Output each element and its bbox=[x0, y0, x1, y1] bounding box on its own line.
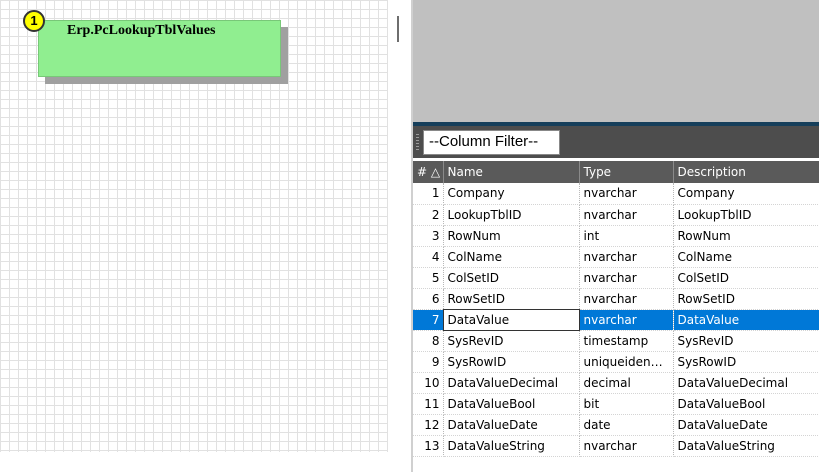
column-type-cell[interactable]: nvarchar bbox=[579, 309, 674, 331]
grid-header-row: # △ Name Type Description bbox=[413, 161, 819, 183]
filter-toolbar: --Column Filter-- bbox=[413, 126, 819, 158]
row-number-cell[interactable]: 3 bbox=[413, 225, 444, 247]
table-row[interactable]: 13 DataValueString nvarchar DataValueString bbox=[413, 435, 819, 457]
row-number-cell[interactable]: 6 bbox=[413, 288, 444, 310]
row-number-cell[interactable]: 5 bbox=[413, 267, 444, 289]
column-type-cell[interactable]: nvarchar bbox=[579, 288, 674, 310]
splitter-grip[interactable] bbox=[397, 16, 399, 42]
column-filter-input[interactable]: --Column Filter-- bbox=[423, 130, 560, 155]
column-description-cell[interactable]: LookupTblID bbox=[673, 204, 819, 226]
row-number-cell[interactable]: 12 bbox=[413, 414, 444, 436]
column-header-name[interactable]: Name bbox=[443, 161, 580, 183]
column-description-cell[interactable]: ColName bbox=[673, 246, 819, 268]
column-description-cell[interactable]: ColSetID bbox=[673, 267, 819, 289]
column-description-cell[interactable]: DataValueString bbox=[673, 435, 819, 457]
preview-panel bbox=[413, 0, 819, 122]
row-number-cell[interactable]: 9 bbox=[413, 351, 444, 373]
column-header-type[interactable]: Type bbox=[579, 161, 674, 183]
row-number-cell[interactable]: 10 bbox=[413, 372, 444, 394]
column-type-cell[interactable]: uniqueiden… bbox=[579, 351, 674, 373]
table-row[interactable]: 5 ColSetID nvarchar ColSetID bbox=[413, 267, 819, 289]
table-row[interactable]: 9 SysRowID uniqueiden… SysRowID bbox=[413, 351, 819, 373]
table-row[interactable]: 8 SysRevID timestamp SysRevID bbox=[413, 330, 819, 352]
table-row[interactable]: 7 DataValue nvarchar DataValue bbox=[413, 308, 819, 331]
table-number-badge: 1 bbox=[23, 10, 45, 32]
table-row[interactable]: 2 LookupTblID nvarchar LookupTblID bbox=[413, 204, 819, 226]
table-row[interactable]: 6 RowSetID nvarchar RowSetID bbox=[413, 288, 819, 310]
column-name-cell[interactable]: ColSetID bbox=[443, 267, 580, 289]
table-row[interactable]: 10 DataValueDecimal decimal DataValueDecima… bbox=[413, 372, 819, 394]
table-card[interactable]: Erp.PcLookupTblValues bbox=[38, 20, 281, 77]
column-type-cell[interactable]: int bbox=[579, 225, 674, 247]
diagram-canvas[interactable]: Erp.PcLookupTblValues 1 bbox=[0, 0, 399, 452]
column-name-cell[interactable]: ColName bbox=[443, 246, 580, 268]
column-type-cell[interactable]: nvarchar bbox=[579, 435, 674, 457]
column-name-cell[interactable]: Company bbox=[443, 183, 580, 205]
column-description-cell[interactable]: DataValueBool bbox=[673, 393, 819, 415]
column-name-cell[interactable]: DataValueString bbox=[443, 435, 580, 457]
row-number-cell[interactable]: 8 bbox=[413, 330, 444, 352]
column-type-cell[interactable]: decimal bbox=[579, 372, 674, 394]
column-type-cell[interactable]: nvarchar bbox=[579, 246, 674, 268]
table-row[interactable]: 11 DataValueBool bit DataValueBool bbox=[413, 393, 819, 415]
column-description-cell[interactable]: SysRowID bbox=[673, 351, 819, 373]
column-name-cell[interactable]: DataValueBool bbox=[443, 393, 580, 415]
columns-grid: # △ Name Type Description 1 Company nvarch… bbox=[413, 161, 819, 457]
column-description-cell[interactable]: RowNum bbox=[673, 225, 819, 247]
column-type-cell[interactable]: nvarchar bbox=[579, 183, 674, 205]
column-description-cell[interactable]: SysRevID bbox=[673, 330, 819, 352]
toolbar-grip-icon[interactable] bbox=[416, 134, 419, 151]
column-name-cell[interactable]: SysRevID bbox=[443, 330, 580, 352]
column-header-number[interactable]: # △ bbox=[413, 161, 444, 183]
row-number-cell[interactable]: 2 bbox=[413, 204, 444, 226]
table-row[interactable]: 12 DataValueDate date DataValueDate bbox=[413, 414, 819, 436]
column-name-cell[interactable]: RowSetID bbox=[443, 288, 580, 310]
column-description-cell[interactable]: Company bbox=[673, 183, 819, 205]
column-description-cell[interactable]: RowSetID bbox=[673, 288, 819, 310]
row-number-cell[interactable]: 7 bbox=[413, 309, 444, 331]
table-row[interactable]: 4 ColName nvarchar ColName bbox=[413, 246, 819, 268]
column-name-cell[interactable]: DataValue bbox=[442, 308, 580, 331]
row-number-cell[interactable]: 4 bbox=[413, 246, 444, 268]
table-card-title: Erp.PcLookupTblValues bbox=[67, 23, 216, 38]
column-type-cell[interactable]: nvarchar bbox=[579, 267, 674, 289]
column-header-description[interactable]: Description bbox=[673, 161, 819, 183]
table-row[interactable]: 3 RowNum int RowNum bbox=[413, 225, 819, 247]
table-row[interactable]: 1 Company nvarchar Company bbox=[413, 183, 819, 205]
column-description-cell[interactable]: DataValue bbox=[673, 309, 819, 331]
column-name-cell[interactable]: SysRowID bbox=[443, 351, 580, 373]
column-name-cell[interactable]: DataValueDate bbox=[443, 414, 580, 436]
row-number-cell[interactable]: 11 bbox=[413, 393, 444, 415]
column-type-cell[interactable]: date bbox=[579, 414, 674, 436]
column-name-cell[interactable]: DataValueDecimal bbox=[443, 372, 580, 394]
canvas-bottom-strip bbox=[0, 452, 412, 472]
column-name-cell[interactable]: RowNum bbox=[443, 225, 580, 247]
row-number-cell[interactable]: 1 bbox=[413, 183, 444, 205]
column-type-cell[interactable]: timestamp bbox=[579, 330, 674, 352]
column-description-cell[interactable]: DataValueDate bbox=[673, 414, 819, 436]
column-name-cell[interactable]: LookupTblID bbox=[443, 204, 580, 226]
column-description-cell[interactable]: DataValueDecimal bbox=[673, 372, 819, 394]
column-type-cell[interactable]: nvarchar bbox=[579, 204, 674, 226]
column-type-cell[interactable]: bit bbox=[579, 393, 674, 415]
row-number-cell[interactable]: 13 bbox=[413, 435, 444, 457]
